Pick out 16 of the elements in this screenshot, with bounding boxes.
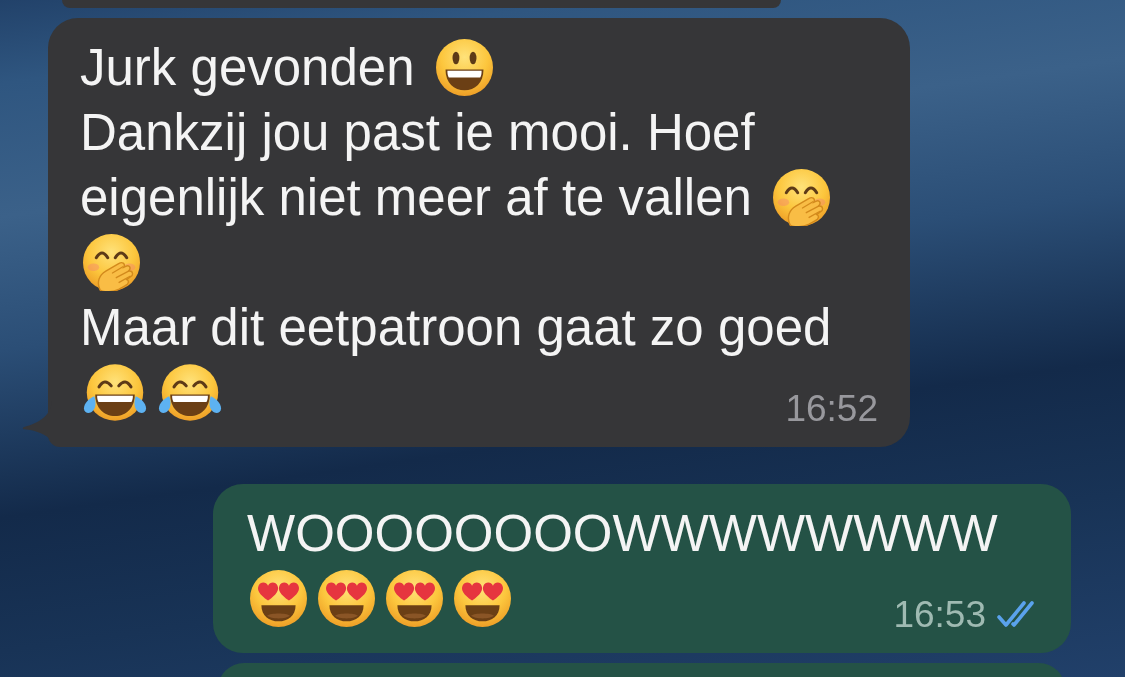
heart-eyes-face-icon	[318, 570, 375, 627]
face-with-hand-over-mouth-icon	[83, 234, 140, 291]
message-text: eigenlijk niet meer af te vallen	[80, 168, 752, 228]
message-text: Maar dit eetpatroon gaat zo goed	[80, 298, 832, 358]
message-text: Jurk gevonden	[80, 38, 415, 98]
smiling-face-icon	[435, 39, 493, 96]
heart-eyes-face-icon	[386, 570, 443, 627]
message-text: WOOOOOOOOWWWWWWWW	[247, 504, 998, 564]
heart-eyes-face-icon	[250, 570, 307, 627]
heart-eyes-face-icon	[454, 570, 511, 627]
message-time: 16:52	[785, 390, 878, 427]
message-text: Dankzij jou past ie mooi. Hoef	[80, 103, 755, 163]
face-with-hand-over-mouth-icon	[772, 169, 830, 226]
tears-of-joy-face-icon	[83, 364, 147, 421]
tears-of-joy-face-icon	[158, 364, 222, 421]
message-time: 16:53	[893, 596, 986, 633]
